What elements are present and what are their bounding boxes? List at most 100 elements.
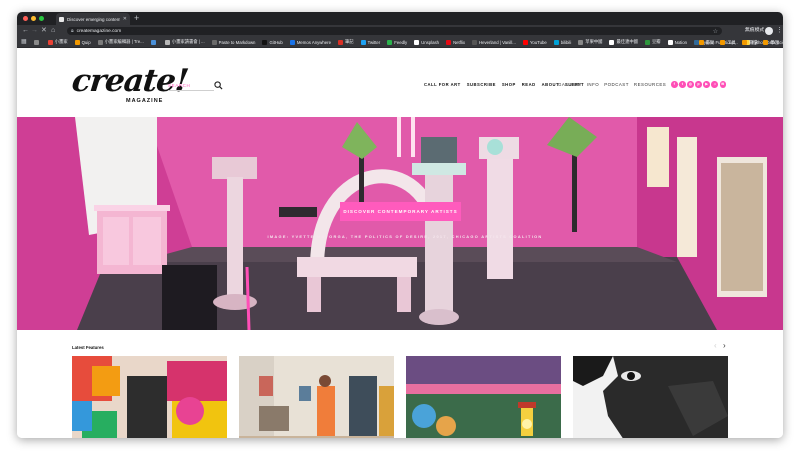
nav-link-gallery[interactable]: GALLERY — [558, 82, 582, 87]
url-text: createmagazine.com — [76, 28, 122, 34]
carousel-next-icon[interactable]: › — [723, 341, 726, 350]
latest-features-title: Latest Features — [72, 345, 104, 350]
bookmark-favicon-icon — [289, 39, 295, 45]
nav-link-resources[interactable]: RESOURCES — [634, 82, 666, 87]
bookmark-favicon-icon — [74, 39, 80, 45]
bookmark-favicon-icon — [553, 39, 559, 45]
bookmark-label: Heverland | Vanill... — [479, 39, 516, 45]
apps-icon[interactable]: ▦ — [21, 37, 27, 48]
bookmark-label: 小畫家 — [54, 39, 68, 44]
nav-link-about[interactable]: ABOUT — [542, 82, 559, 87]
bookmark-item[interactable]: Unsplash — [414, 39, 439, 45]
pinterest-icon[interactable]: p — [695, 81, 702, 88]
bookmark-label: bilibili — [560, 39, 572, 45]
facebook-icon[interactable]: f — [671, 81, 678, 88]
bookmark-item[interactable]: Twitter — [360, 39, 381, 45]
bookmark-item[interactable]: bilibili — [553, 39, 572, 45]
bookmark-item[interactable]: 小畫家 — [47, 39, 68, 45]
bookmark-label: GitHub — [269, 39, 283, 45]
bookmark-label: Twitter — [367, 39, 381, 45]
close-window-icon[interactable] — [23, 16, 28, 21]
bookmark-folder[interactable]: 閱讀 — [741, 40, 757, 46]
secondary-nav: GALLERYINFOPODCASTRESOURCESBOOK — [558, 82, 686, 87]
bookmark-item[interactable] — [150, 39, 158, 45]
folder-icon — [698, 40, 704, 45]
bookmark-star-icon[interactable]: ☆ — [713, 28, 718, 35]
bookmark-item[interactable]: 豆瓣 — [644, 39, 661, 45]
folder-icon — [763, 40, 769, 45]
nav-link-info[interactable]: INFO — [587, 82, 600, 87]
nav-link-shop[interactable]: SHOP — [502, 82, 516, 87]
bookmark-folder-label: 學習 — [770, 39, 779, 45]
forward-icon[interactable]: → — [31, 25, 38, 37]
bookmark-item[interactable]: Paste to Markdown — [211, 39, 255, 45]
active-tab[interactable]: Discover emerging contemporar ✕ — [56, 13, 130, 25]
minimize-window-icon[interactable] — [31, 16, 36, 21]
twitter-icon[interactable]: t — [679, 81, 686, 88]
nav-link-podcast[interactable]: PODCAST — [604, 82, 629, 87]
bookmark-label: 苹果中國 — [585, 39, 603, 44]
nav-link-read[interactable]: READ — [522, 82, 536, 87]
bookmark-item[interactable]: Netflix — [446, 39, 465, 45]
feature-image-2 — [239, 356, 394, 438]
stop-loading-icon[interactable]: ✕ — [41, 25, 47, 37]
bookmark-item[interactable]: YouTube — [522, 39, 547, 45]
feature-card-3[interactable] — [406, 356, 561, 438]
bookmark-favicon-icon — [644, 39, 650, 45]
site-header: create! MAGAZINE CALL FOR ART SUBSCRIBE SH… — [17, 48, 783, 117]
instagram-icon[interactable]: ◎ — [687, 81, 694, 88]
site-logo[interactable]: create! MAGAZINE — [70, 63, 189, 112]
browser-window: Discover emerging contemporar ✕ + ← → ✕ … — [17, 12, 783, 438]
home-icon[interactable]: ⌂ — [51, 25, 55, 37]
bookmark-item[interactable]: 最佳連中國 — [609, 39, 638, 45]
maximize-window-icon[interactable] — [39, 16, 44, 21]
bookmark-item[interactable]: Quip — [74, 39, 91, 45]
address-bar[interactable]: 🔒︎ createmagazine.com ☆ — [67, 27, 722, 35]
bookmark-favicon-icon — [387, 39, 393, 45]
bookmark-label: Feedly — [394, 39, 408, 45]
bookmark-item[interactable]: GitHub — [262, 39, 283, 45]
bookmark-label: 小畫家編輯器 | Tre... — [104, 39, 144, 44]
feature-card-4[interactable] — [573, 356, 728, 438]
menu-icon[interactable]: ⋮ — [776, 25, 783, 37]
bookmark-item[interactable]: 小畫家編輯器 | Tre... — [97, 39, 144, 45]
feature-card-1[interactable] — [72, 356, 227, 438]
bookmark-favicon-icon — [211, 39, 217, 45]
carousel-prev-icon[interactable]: ‹ — [714, 341, 717, 350]
back-icon[interactable]: ← — [22, 25, 29, 37]
bookmark-item[interactable]: Feedly — [387, 39, 407, 45]
social-links: f t ◎ p ▶ ♫ ✉ — [671, 81, 727, 88]
bookmark-favicon-icon — [522, 39, 528, 45]
search-icon[interactable] — [214, 81, 223, 90]
bookmark-item[interactable]: 小畫家讀書會 | ... — [164, 39, 205, 45]
bookmark-folder[interactable]: 書架 — [698, 40, 714, 46]
bookmark-item[interactable]: Heverland | Vanill... — [472, 39, 516, 45]
bookmark-folder[interactable]: 學習 — [763, 40, 779, 46]
discover-artists-button[interactable]: DISCOVER CONTEMPORARY ARTISTS — [340, 202, 461, 221]
search-input[interactable] — [168, 81, 214, 91]
spotify-icon[interactable]: ♫ — [711, 81, 718, 88]
hero-caption: IMAGE: YVETTE MAYORGA, THE POLITICS OF D… — [267, 234, 543, 239]
bookmark-favicon-icon — [472, 39, 478, 45]
hero-image — [17, 117, 783, 330]
bookmark-item[interactable] — [33, 39, 41, 45]
bookmark-item[interactable]: Notion — [667, 39, 687, 45]
feature-card-2[interactable] — [239, 356, 394, 438]
profile-avatar[interactable] — [765, 27, 773, 35]
bookmark-favicon-icon — [97, 39, 103, 45]
bookmark-item[interactable]: Memos Anywhere — [289, 39, 331, 45]
bookmark-item[interactable]: 苹果中國 — [578, 39, 602, 45]
bookmark-item[interactable]: 筆記 — [337, 39, 354, 45]
nav-link-subscribe[interactable]: SUBSCRIBE — [467, 82, 496, 87]
logo-subtitle: MAGAZINE — [126, 98, 164, 104]
bookmark-folder[interactable]: 工具 — [720, 40, 736, 46]
bookmarks-bar: ▦ 小畫家 Quip 小畫家編輯器 | Tre... 小畫家讀書會 | ... Past… — [17, 37, 783, 48]
feature-image-4 — [573, 356, 728, 438]
email-icon[interactable]: ✉ — [719, 81, 727, 88]
bookmark-folders: 書架 工具 閱讀 學習 — [698, 37, 779, 48]
nav-link-call-for-art[interactable]: CALL FOR ART — [424, 82, 461, 87]
bookmark-folder-label: 工具 — [727, 39, 736, 45]
close-tab-icon[interactable]: ✕ — [123, 16, 127, 22]
new-tab-icon[interactable]: + — [134, 13, 139, 24]
youtube-icon[interactable]: ▶ — [703, 81, 710, 88]
